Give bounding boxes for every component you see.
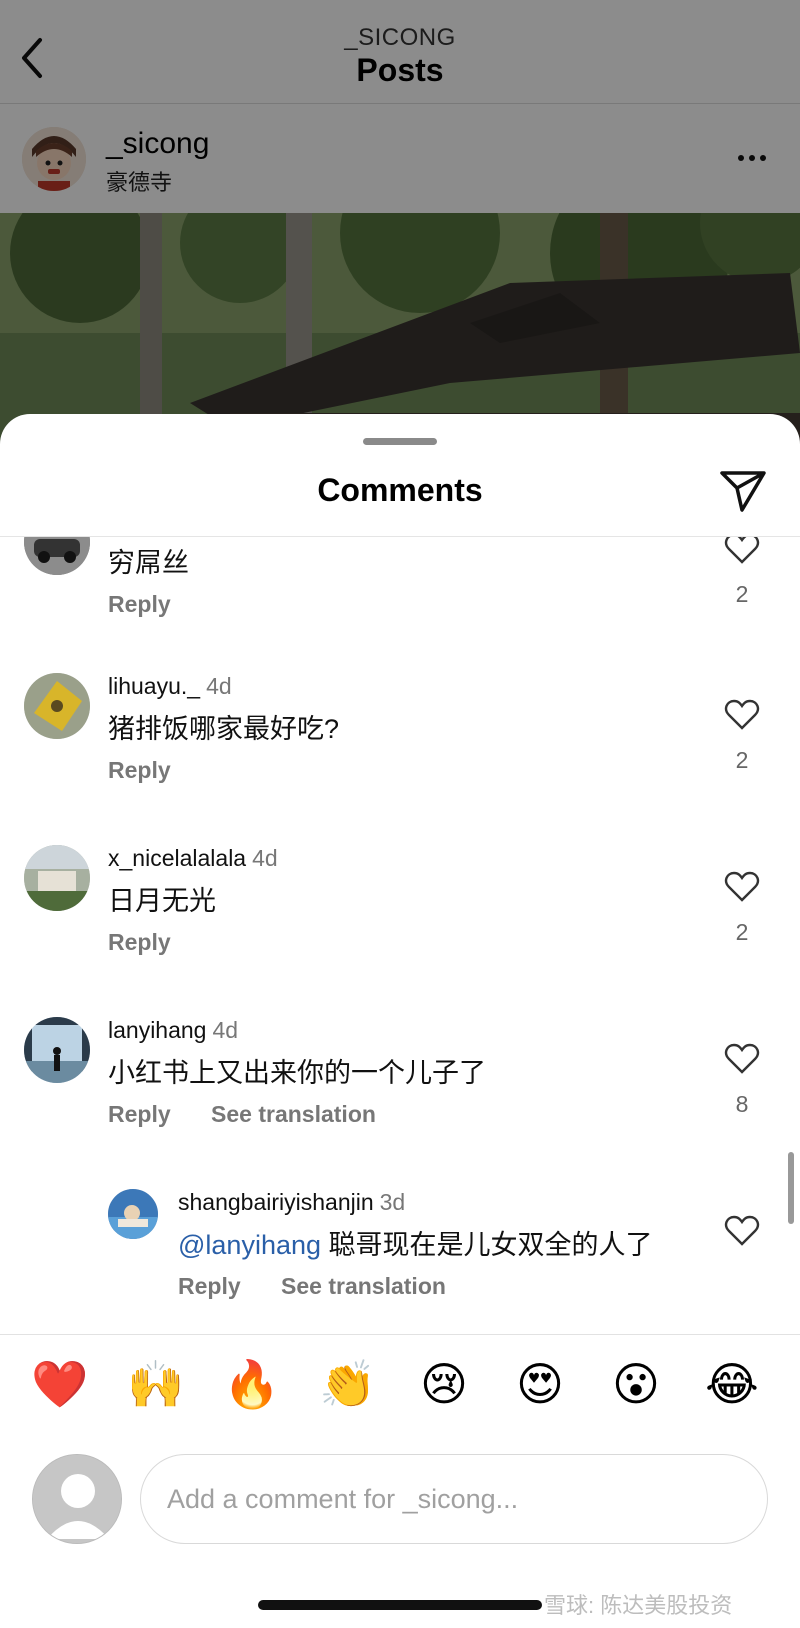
watermark: 雪球: 陈达美股投资 [544, 1593, 733, 1618]
emoji-heart-eyes[interactable]: 😍 [510, 1354, 570, 1414]
like-count: 2 [735, 919, 749, 945]
commenter-avatar[interactable] [24, 673, 90, 739]
comment-timestamp: 4d [252, 845, 278, 871]
comment-text: 穷屌丝 [108, 548, 189, 578]
scroll-indicator[interactable] [788, 1152, 794, 1224]
like-heart-icon[interactable] [724, 871, 760, 903]
reply-button[interactable]: Reply [108, 591, 171, 617]
comment-timestamp: 3d [379, 1189, 406, 1215]
comment-timestamp: 4d [206, 673, 232, 699]
reply-button[interactable]: Reply [178, 1273, 241, 1299]
emoji-bar: ❤️ 🙌 🔥 👏 😢 😍 😮 😂 [0, 1354, 800, 1418]
dim-overlay [0, 0, 800, 460]
like-count: 2 [735, 581, 749, 607]
mention-link[interactable]: @lanyihang [178, 1230, 321, 1260]
comment-timestamp: 4d [212, 1017, 239, 1043]
commenter-username[interactable]: shangbairiyishanjin [178, 1189, 374, 1215]
like-heart-icon[interactable] [724, 1215, 760, 1247]
comments-sheet: Comments 穷屌丝 Reply 2 lihuayu._ 4d 猪排饭哪家最… [0, 414, 800, 1628]
emoji-fire[interactable]: 🔥 [222, 1354, 282, 1414]
emoji-crying-face[interactable]: 😢 [414, 1354, 474, 1414]
like-count: 2 [735, 747, 749, 773]
comment-text: 日月无光 [108, 886, 216, 916]
like-heart-icon[interactable] [724, 537, 760, 565]
share-icon[interactable] [718, 468, 768, 514]
sheet-grabber[interactable] [363, 438, 437, 445]
default-avatar-icon [33, 1455, 121, 1543]
current-user-avatar [32, 1454, 122, 1544]
composer-divider [0, 1334, 800, 1335]
like-heart-icon[interactable] [724, 1043, 760, 1075]
reply-button[interactable]: Reply [108, 929, 171, 955]
comment-text: 小红书上又出来你的一个儿子了 [108, 1058, 486, 1088]
home-indicator[interactable] [258, 1600, 542, 1610]
emoji-raised-hands[interactable]: 🙌 [126, 1354, 186, 1414]
like-count: 8 [735, 1091, 749, 1117]
reply-button[interactable]: Reply [108, 757, 171, 783]
commenter-avatar[interactable] [24, 1017, 90, 1083]
comment-list[interactable]: 穷屌丝 Reply 2 lihuayu._4d 猪排饭哪家最好吃? Reply [0, 537, 800, 1337]
commenter-avatar[interactable] [108, 1189, 158, 1239]
commenter-username[interactable]: lihuayu._ [108, 673, 200, 699]
like-heart-icon[interactable] [724, 699, 760, 731]
reply-button[interactable]: Reply [108, 1101, 171, 1127]
commenter-avatar[interactable] [24, 845, 90, 911]
comment-input[interactable] [140, 1454, 768, 1544]
emoji-surprised-face[interactable]: 😮 [606, 1354, 666, 1414]
commenter-username[interactable]: lanyihang [108, 1017, 206, 1043]
comment-text: 聪哥现在是儿女双全的人了 [321, 1230, 653, 1260]
see-translation-button[interactable]: See translation [211, 1101, 376, 1127]
emoji-heart[interactable]: ❤️ [30, 1354, 90, 1414]
commenter-username[interactable]: x_nicelalalala [108, 845, 246, 871]
sheet-title: Comments [317, 472, 483, 508]
see-translation-button[interactable]: See translation [281, 1273, 446, 1299]
commenter-avatar[interactable] [24, 537, 90, 575]
emoji-clapping-hands[interactable]: 👏 [318, 1354, 378, 1414]
post-view: _SICONG Posts _sicong 豪德寺 [0, 0, 800, 463]
comment-text: 猪排饭哪家最好吃? [108, 714, 340, 744]
emoji-tears-of-joy[interactable]: 😂 [702, 1354, 762, 1414]
